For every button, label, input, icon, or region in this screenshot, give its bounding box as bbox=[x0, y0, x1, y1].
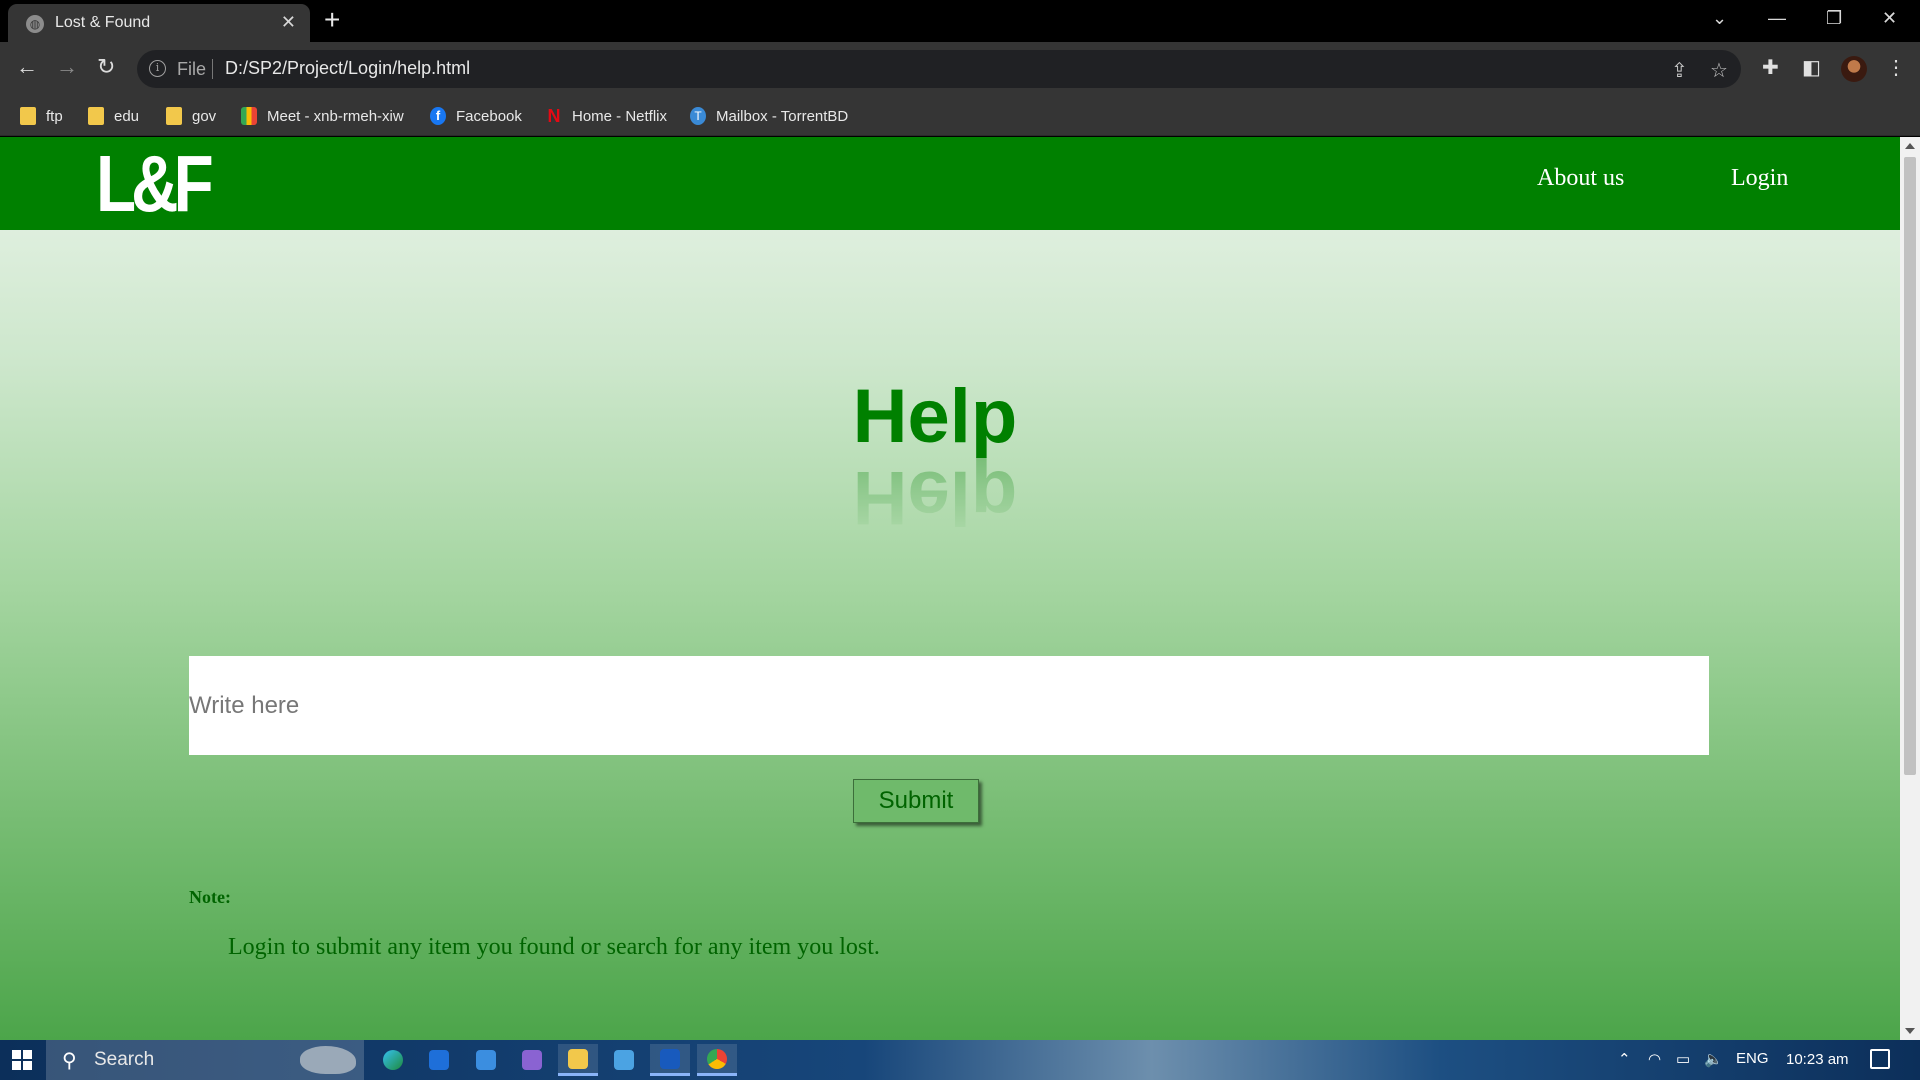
taskbar-word[interactable] bbox=[650, 1044, 690, 1076]
bookmark-star-icon[interactable]: ☆ bbox=[1710, 58, 1728, 83]
bookmark-label: Facebook bbox=[456, 107, 522, 125]
edge-icon bbox=[383, 1050, 403, 1070]
bookmark-ftp[interactable]: ftp bbox=[20, 103, 63, 129]
page-viewport: L&F About us Login Help Help Submit Note… bbox=[0, 137, 1900, 1040]
note-text: Login to submit any item you found or se… bbox=[228, 934, 880, 960]
windows-start-icon[interactable] bbox=[12, 1050, 32, 1070]
more-menu-icon[interactable]: ⋮ bbox=[1886, 55, 1906, 80]
submit-button[interactable]: Submit bbox=[853, 779, 979, 823]
site-header: L&F About us Login bbox=[0, 137, 1900, 230]
page-scrollbar[interactable] bbox=[1900, 137, 1920, 1040]
folder-icon bbox=[88, 107, 104, 125]
google-meet-icon bbox=[241, 107, 257, 125]
notifications-icon[interactable] bbox=[1870, 1049, 1890, 1069]
folder-icon bbox=[166, 107, 182, 125]
address-url[interactable]: D:/SP2/Project/Login/help.html bbox=[225, 58, 470, 79]
browser-titlebar: ◍ Lost & Found ✕ + ⌄ — ❐ ✕ bbox=[0, 0, 1920, 42]
forward-button[interactable]: → bbox=[56, 56, 78, 78]
windows-taskbar: ⚲ Search ⌃ ◠ ▭ 🔈 ENG 10:23 am bbox=[0, 1040, 1920, 1080]
minimize-button[interactable]: — bbox=[1768, 8, 1786, 29]
taskbar-edge[interactable] bbox=[373, 1044, 413, 1076]
bookmarks-bar: ftp edu gov Meet - xnb-rmeh-xiw f Facebo… bbox=[0, 96, 1920, 136]
bookmark-gov[interactable]: gov bbox=[166, 103, 216, 129]
note-label: Note: bbox=[189, 887, 231, 907]
bookmark-label: gov bbox=[192, 107, 217, 125]
bookmark-edu[interactable]: edu bbox=[88, 103, 139, 129]
tab-search-chevron-icon[interactable]: ⌄ bbox=[1712, 8, 1727, 29]
scroll-down-arrow[interactable] bbox=[1905, 1028, 1915, 1034]
show-hidden-icons-chevron-icon[interactable]: ⌃ bbox=[1618, 1050, 1631, 1068]
store-icon bbox=[429, 1050, 449, 1070]
bookmark-label: edu bbox=[114, 107, 140, 125]
search-highlight-image bbox=[300, 1046, 356, 1074]
help-message-input[interactable] bbox=[189, 656, 1709, 755]
facebook-icon: f bbox=[430, 107, 446, 125]
bookmark-netflix[interactable]: N Home - Netflix bbox=[546, 103, 668, 129]
bookmark-facebook[interactable]: f Facebook bbox=[430, 103, 522, 129]
side-panel-icon[interactable]: ◧ bbox=[1802, 55, 1821, 80]
taskbar-search-placeholder: Search bbox=[94, 1049, 155, 1070]
back-button[interactable]: ← bbox=[16, 56, 38, 78]
taskbar-store[interactable] bbox=[419, 1044, 459, 1076]
address-separator bbox=[212, 59, 213, 79]
scroll-up-arrow[interactable] bbox=[1905, 143, 1915, 149]
bookmark-label: Mailbox - TorrentBD bbox=[716, 107, 849, 125]
nav-login[interactable]: Login bbox=[1731, 165, 1788, 192]
browser-toolbar: ← → ↻ i File D:/SP2/Project/Login/help.h… bbox=[0, 42, 1920, 96]
battery-icon[interactable]: ▭ bbox=[1676, 1050, 1690, 1068]
bookmark-meet[interactable]: Meet - xnb-rmeh-xiw bbox=[241, 103, 404, 129]
bookmark-label: ftp bbox=[46, 107, 63, 125]
bookmark-label: Home - Netflix bbox=[572, 107, 668, 125]
taskbar-clock[interactable]: 10:23 am bbox=[1786, 1051, 1849, 1068]
taskbar-app[interactable] bbox=[604, 1044, 644, 1076]
netflix-icon: N bbox=[547, 106, 561, 126]
bookmark-label: Meet - xnb-rmeh-xiw bbox=[267, 107, 404, 125]
torrentbd-icon: T bbox=[690, 107, 706, 125]
language-indicator[interactable]: ENG bbox=[1736, 1050, 1769, 1067]
tab-title: Lost & Found bbox=[55, 14, 151, 31]
app-icon bbox=[614, 1050, 634, 1070]
scroll-thumb[interactable] bbox=[1904, 157, 1916, 775]
wifi-icon[interactable]: ◠ bbox=[1648, 1050, 1661, 1068]
file-explorer-icon bbox=[568, 1048, 588, 1069]
site-logo[interactable]: L&F bbox=[96, 144, 214, 224]
close-window-button[interactable]: ✕ bbox=[1882, 8, 1897, 29]
visual-studio-icon bbox=[522, 1050, 542, 1070]
mail-icon bbox=[476, 1050, 496, 1070]
taskbar-chrome[interactable] bbox=[697, 1044, 737, 1076]
chrome-icon bbox=[707, 1048, 727, 1069]
search-icon: ⚲ bbox=[62, 1050, 77, 1072]
word-icon bbox=[660, 1048, 680, 1069]
profile-avatar[interactable] bbox=[1841, 56, 1867, 82]
page-title-reflection: Help bbox=[852, 455, 1018, 540]
reload-button[interactable]: ↻ bbox=[97, 56, 115, 78]
close-tab-icon[interactable]: ✕ bbox=[281, 12, 296, 33]
restore-button[interactable]: ❐ bbox=[1826, 8, 1842, 29]
extensions-puzzle-icon[interactable]: ✚ bbox=[1762, 55, 1779, 80]
address-bar[interactable]: i File D:/SP2/Project/Login/help.html ⇪ … bbox=[137, 50, 1741, 88]
share-icon[interactable]: ⇪ bbox=[1671, 58, 1688, 83]
folder-icon bbox=[20, 107, 36, 125]
page-title: Help bbox=[852, 374, 1018, 459]
bookmark-torrentbd[interactable]: T Mailbox - TorrentBD bbox=[690, 103, 848, 129]
taskbar-file-explorer[interactable] bbox=[558, 1044, 598, 1076]
globe-icon: ◍ bbox=[26, 15, 44, 33]
taskbar-mail[interactable] bbox=[466, 1044, 506, 1076]
taskbar-search[interactable]: ⚲ Search bbox=[46, 1040, 364, 1080]
address-scheme: File bbox=[177, 59, 207, 79]
taskbar-visual-studio[interactable] bbox=[512, 1044, 552, 1076]
nav-about-us[interactable]: About us bbox=[1537, 165, 1624, 192]
info-icon[interactable]: i bbox=[149, 60, 166, 77]
browser-tab[interactable]: ◍ Lost & Found ✕ bbox=[8, 4, 310, 42]
volume-icon[interactable]: 🔈 bbox=[1704, 1050, 1723, 1068]
new-tab-button[interactable]: + bbox=[324, 6, 340, 34]
